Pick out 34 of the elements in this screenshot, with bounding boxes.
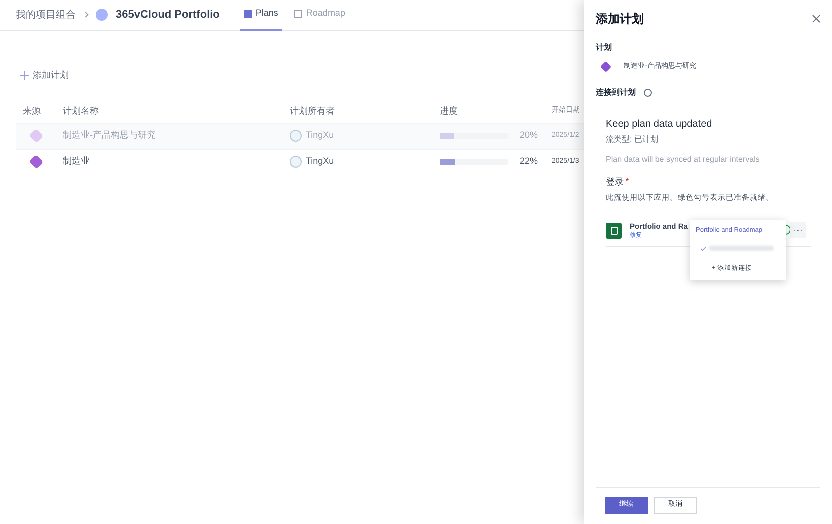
avatar-icon xyxy=(290,156,302,168)
app-icon xyxy=(606,222,622,239)
section-label: 登录 xyxy=(606,176,624,188)
chevron-icon xyxy=(83,12,89,18)
column-header[interactable]: 计划名称 xyxy=(63,104,290,118)
flow-description: Plan data will be synced at regular intervals xyxy=(606,154,761,166)
required-mark: * xyxy=(626,176,630,188)
table-cell-text: 22% xyxy=(520,155,538,168)
table-cell-text: TingXu xyxy=(306,129,334,142)
tab-icon xyxy=(244,10,252,18)
portfolio-title: 365vCloud Portfolio xyxy=(116,8,220,23)
tab[interactable]: Plans xyxy=(240,0,282,30)
flow-type: 流类型: 已计划 xyxy=(606,134,660,146)
section-label: 连接到计划 xyxy=(596,86,636,98)
column-header[interactable]: 进度 xyxy=(440,104,552,118)
avatar-icon xyxy=(290,130,302,142)
more-button[interactable] xyxy=(790,222,806,238)
column-header[interactable]: 来源 xyxy=(16,104,63,118)
flow-title: Keep plan data updated xyxy=(606,118,714,132)
panel-title: 添加计划 xyxy=(596,11,644,28)
plan-icon xyxy=(600,62,612,73)
plus-icon xyxy=(20,71,29,80)
breadcrumb-link[interactable]: 我的项目组合 xyxy=(16,8,76,22)
tab-icon xyxy=(294,10,302,18)
table-cell-text: 20% xyxy=(520,129,538,142)
table-cell-text: 制造业 xyxy=(63,155,91,168)
table-cell-text: 制造业-产品构思与研究 xyxy=(63,129,157,142)
add-plan-button[interactable]: 添加计划 xyxy=(20,69,69,82)
tab[interactable]: Roadmap xyxy=(290,0,350,30)
section-label: 计划 xyxy=(596,42,613,54)
table-cell-text: TingXu xyxy=(306,155,334,168)
blurred-account xyxy=(708,246,774,251)
column-header[interactable]: 计划所有者 xyxy=(290,104,440,118)
close-button[interactable] xyxy=(812,15,820,23)
